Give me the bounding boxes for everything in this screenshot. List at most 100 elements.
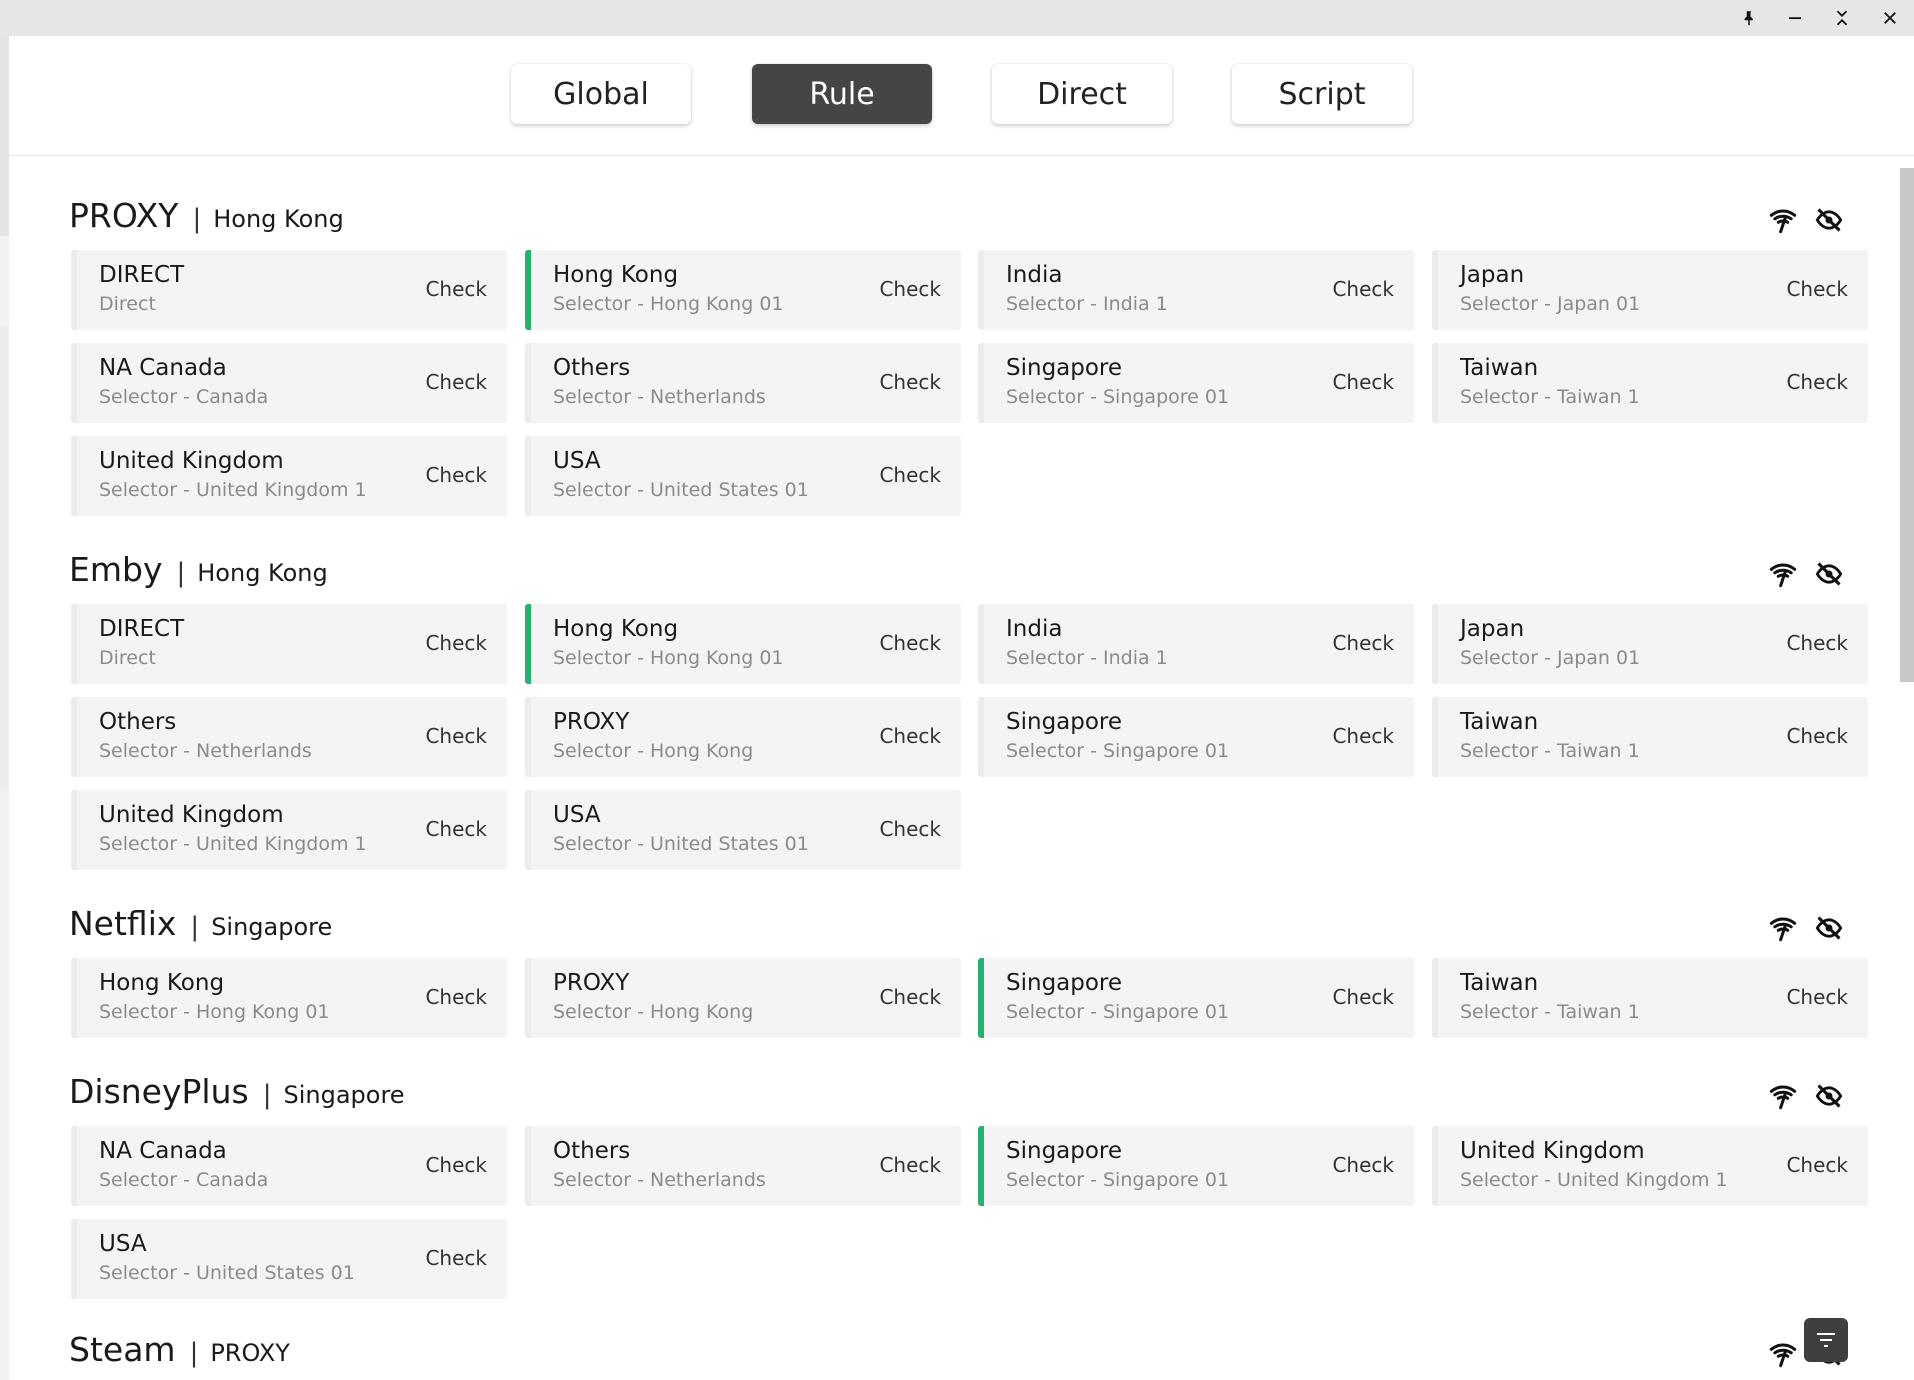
check-button[interactable]: Check [425,463,487,487]
check-button[interactable]: Check [879,277,941,301]
check-button[interactable]: Check [425,1153,487,1177]
group-current-proxy: Hong Kong [197,559,328,587]
check-button[interactable]: Check [425,631,487,655]
proxy-detail: Direct [99,647,156,669]
proxy-detail: Selector - India 1 [1006,293,1168,315]
group-current-proxy: Hong Kong [213,205,344,233]
mode-direct-button[interactable]: Direct [992,64,1172,124]
proxy-card[interactable]: Taiwan Selector - Taiwan 1 Check [1432,697,1868,777]
proxy-detail: Selector - United States 01 [553,833,809,855]
proxy-card[interactable]: USA Selector - United States 01 Check [525,790,961,870]
proxy-card[interactable]: United Kingdom Selector - United Kingdom … [1432,1126,1868,1206]
hide-icon[interactable] [1815,206,1843,234]
proxy-name: PROXY [553,709,630,735]
proxy-name: USA [99,1231,147,1257]
check-button[interactable]: Check [1332,277,1394,301]
check-button[interactable]: Check [1332,631,1394,655]
check-button[interactable]: Check [425,277,487,301]
check-button[interactable]: Check [1786,724,1848,748]
check-button[interactable]: Check [425,817,487,841]
proxy-card[interactable]: Japan Selector - Japan 01 Check [1432,250,1868,330]
latency-test-icon[interactable] [1769,206,1797,234]
proxy-card[interactable]: India Selector - India 1 Check [978,604,1414,684]
group-header[interactable]: PROXY | Hong Kong [69,196,344,246]
check-button[interactable]: Check [1786,277,1848,301]
hide-icon[interactable] [1815,560,1843,588]
proxy-card[interactable]: Taiwan Selector - Taiwan 1 Check [1432,343,1868,423]
proxy-card[interactable]: Hong Kong Selector - Hong Kong 01 Check [525,250,961,330]
check-button[interactable]: Check [1332,985,1394,1009]
proxy-detail: Selector - Netherlands [99,740,312,762]
proxy-card[interactable]: Hong Kong Selector - Hong Kong 01 Check [525,604,961,684]
proxy-card[interactable]: PROXY Selector - Hong Kong Check [525,697,961,777]
check-button[interactable]: Check [879,463,941,487]
proxy-name: DIRECT [99,616,185,642]
proxy-card[interactable]: Others Selector - Netherlands Check [71,697,507,777]
pin-icon[interactable] [1727,0,1771,36]
close-icon[interactable] [1868,0,1912,36]
latency-test-icon[interactable] [1769,1340,1797,1368]
proxy-card[interactable]: DIRECT Direct Check [71,250,507,330]
proxy-card[interactable]: Singapore Selector - Singapore 01 Check [978,958,1414,1038]
check-button[interactable]: Check [1786,370,1848,394]
check-button[interactable]: Check [879,370,941,394]
check-button[interactable]: Check [1332,370,1394,394]
proxy-card[interactable]: DIRECT Direct Check [71,604,507,684]
mode-rule-button[interactable]: Rule [752,64,932,124]
latency-test-icon[interactable] [1769,914,1797,942]
scrollbar-thumb[interactable] [1900,168,1914,682]
proxy-card[interactable]: Singapore Selector - Singapore 01 Check [978,1126,1414,1206]
check-button[interactable]: Check [879,1153,941,1177]
proxy-card[interactable]: India Selector - India 1 Check [978,250,1414,330]
latency-test-icon[interactable] [1769,1082,1797,1110]
proxy-card[interactable]: USA Selector - United States 01 Check [525,436,961,516]
proxy-card[interactable]: Hong Kong Selector - Hong Kong 01 Check [71,958,507,1038]
collapse-icon[interactable] [1820,0,1864,36]
check-button[interactable]: Check [1786,1153,1848,1177]
group-header[interactable]: DisneyPlus | Singapore [69,1072,405,1122]
proxy-card[interactable]: NA Canada Selector - Canada Check [71,1126,507,1206]
check-button[interactable]: Check [425,1246,487,1270]
proxy-card[interactable]: NA Canada Selector - Canada Check [71,343,507,423]
proxy-card[interactable]: PROXY Selector - Hong Kong Check [525,958,961,1038]
check-button[interactable]: Check [879,817,941,841]
group-header[interactable]: Steam | PROXY [69,1330,290,1380]
proxy-card[interactable]: Singapore Selector - Singapore 01 Check [978,343,1414,423]
proxy-detail: Selector - United States 01 [99,1262,355,1284]
proxy-card[interactable]: United Kingdom Selector - United Kingdom … [71,436,507,516]
window-edge [0,36,9,1380]
check-button[interactable]: Check [425,985,487,1009]
proxy-name: Others [553,1138,631,1164]
proxy-card[interactable]: USA Selector - United States 01 Check [71,1219,507,1299]
mode-global-button[interactable]: Global [511,64,691,124]
check-button[interactable]: Check [1786,985,1848,1009]
proxy-name: Others [99,709,177,735]
proxy-detail: Selector - Netherlands [553,1169,766,1191]
check-button[interactable]: Check [425,370,487,394]
group-separator: | [176,558,186,588]
proxy-card[interactable]: Others Selector - Netherlands Check [525,343,961,423]
minimize-icon[interactable] [1773,0,1817,36]
group-header[interactable]: Emby | Hong Kong [69,550,328,600]
filter-icon[interactable] [1804,1318,1848,1362]
group-header[interactable]: Netflix | Singapore [69,904,332,954]
check-button[interactable]: Check [1786,631,1848,655]
group-current-proxy: PROXY [210,1339,290,1367]
check-button[interactable]: Check [425,724,487,748]
latency-test-icon[interactable] [1769,560,1797,588]
proxy-card[interactable]: Taiwan Selector - Taiwan 1 Check [1432,958,1868,1038]
proxy-card[interactable]: Japan Selector - Japan 01 Check [1432,604,1868,684]
proxy-name: United Kingdom [1460,1138,1645,1164]
proxy-card[interactable]: Others Selector - Netherlands Check [525,1126,961,1206]
proxy-card[interactable]: Singapore Selector - Singapore 01 Check [978,697,1414,777]
proxy-detail: Selector - United States 01 [553,479,809,501]
check-button[interactable]: Check [879,985,941,1009]
hide-icon[interactable] [1815,914,1843,942]
mode-script-button[interactable]: Script [1232,64,1412,124]
proxy-card[interactable]: United Kingdom Selector - United Kingdom … [71,790,507,870]
check-button[interactable]: Check [879,631,941,655]
hide-icon[interactable] [1815,1082,1843,1110]
check-button[interactable]: Check [1332,724,1394,748]
check-button[interactable]: Check [1332,1153,1394,1177]
check-button[interactable]: Check [879,724,941,748]
